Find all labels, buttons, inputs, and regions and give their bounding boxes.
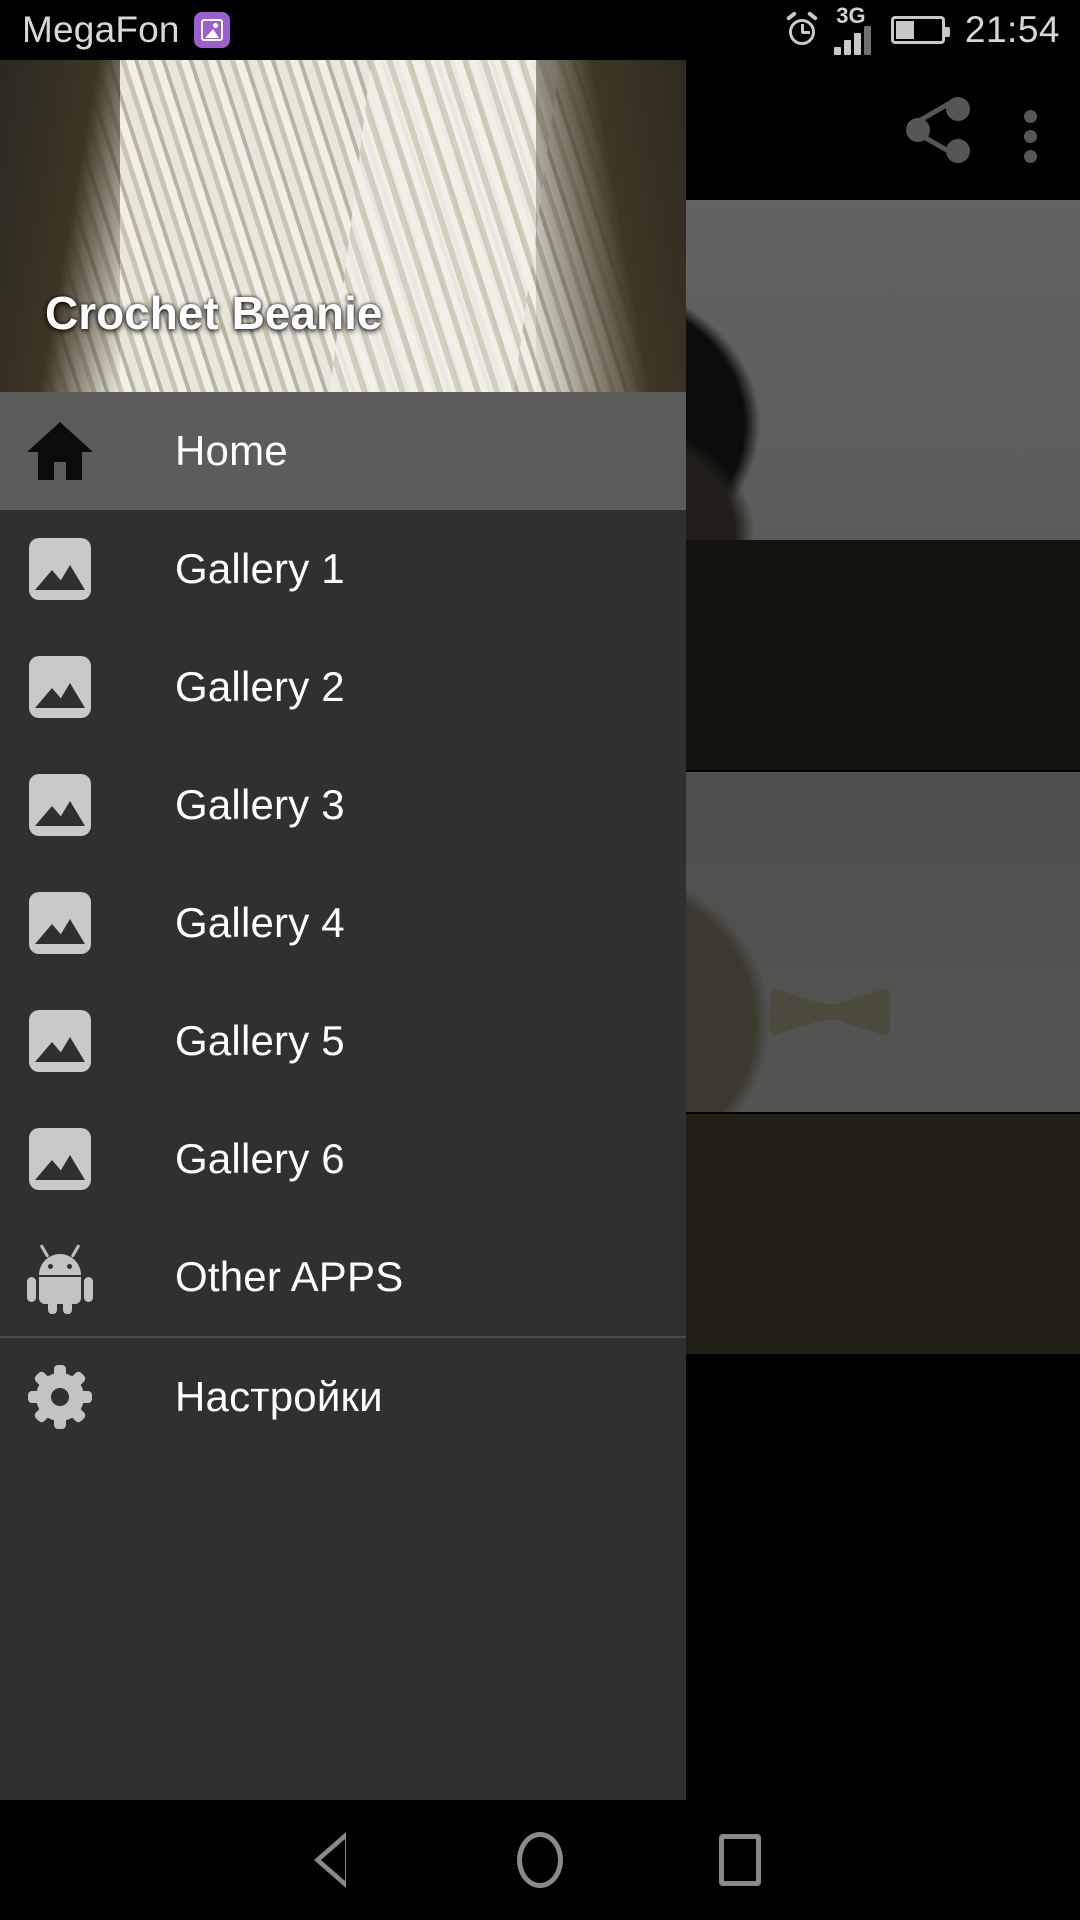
sidebar-item-label: Gallery 1 (175, 545, 345, 592)
gear-icon (0, 1365, 120, 1429)
sidebar-item-label: Gallery 6 (175, 1135, 345, 1182)
image-icon (0, 538, 120, 600)
status-bar: MegaFon 3G 21:54 (0, 0, 1080, 60)
image-icon (0, 774, 120, 836)
signal-bars-icon (831, 25, 871, 55)
nav-home-button[interactable] (440, 1832, 640, 1888)
status-icons: 3G 21:54 (785, 2, 1060, 55)
network-type-label: 3G (836, 2, 866, 28)
image-icon (0, 892, 120, 954)
image-icon (0, 1128, 120, 1190)
sidebar-item-gallery-2[interactable]: Gallery 2 (0, 628, 686, 746)
carrier-name: MegaFon (22, 9, 180, 50)
system-nav-bar (0, 1800, 1080, 1920)
drawer-header-title: Crochet Beanie (45, 287, 383, 339)
sidebar-item-label: Gallery 2 (175, 663, 345, 710)
sidebar-item-label: Other APPS (175, 1253, 404, 1300)
drawer-menu: Home Gallery 1 Gallery 2 Gallery 3 Galle… (0, 392, 686, 1456)
sidebar-item-other-apps[interactable]: Other APPS (0, 1218, 686, 1336)
back-icon (314, 1832, 366, 1888)
navigation-drawer: Crochet Beanie Home Gallery 1 Gallery 2 (0, 60, 686, 1800)
sidebar-item-gallery-1[interactable]: Gallery 1 (0, 510, 686, 628)
network-indicator: 3G (831, 2, 871, 55)
sidebar-item-settings[interactable]: Настройки (0, 1338, 686, 1456)
drawer-header-shadow-left (0, 60, 120, 392)
battery-icon (890, 16, 950, 44)
image-icon (0, 656, 120, 718)
sidebar-item-gallery-4[interactable]: Gallery 4 (0, 864, 686, 982)
home-icon (0, 422, 120, 480)
sidebar-item-label: Настройки (175, 1373, 383, 1420)
sidebar-item-gallery-5[interactable]: Gallery 5 (0, 982, 686, 1100)
nav-recents-button[interactable] (640, 1834, 840, 1886)
phone-screen: Gallery 3 Gallery 6 Crochet Beanie (0, 0, 1080, 1920)
image-icon (0, 1010, 120, 1072)
sidebar-item-label: Home (175, 427, 288, 474)
recents-square-icon (719, 1834, 761, 1886)
drawer-header-shadow-right (536, 60, 686, 392)
photo-badge-icon (193, 12, 230, 48)
nav-back-button[interactable] (240, 1832, 440, 1888)
alarm-clock-icon (785, 11, 819, 47)
sidebar-item-label: Gallery 3 (175, 781, 345, 828)
sidebar-item-home[interactable]: Home (0, 392, 686, 510)
drawer-header[interactable]: Crochet Beanie (0, 60, 686, 392)
android-icon (0, 1242, 120, 1314)
sidebar-item-gallery-3[interactable]: Gallery 3 (0, 746, 686, 864)
sidebar-item-gallery-6[interactable]: Gallery 6 (0, 1100, 686, 1218)
status-clock: 21:54 (964, 9, 1060, 50)
sidebar-item-label: Gallery 5 (175, 1017, 345, 1064)
home-circle-icon (517, 1832, 563, 1888)
sidebar-item-label: Gallery 4 (175, 899, 345, 946)
